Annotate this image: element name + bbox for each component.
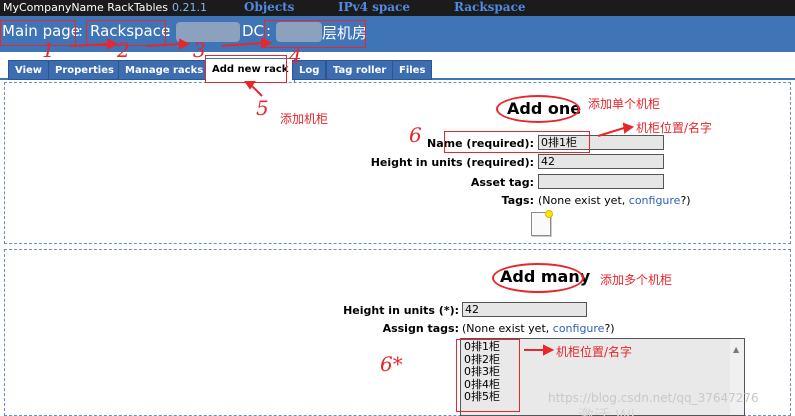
arrow-line xyxy=(69,43,109,47)
arrow-head xyxy=(179,38,191,50)
arrow-head xyxy=(543,344,555,356)
arrow-head xyxy=(261,37,273,49)
arrow-head xyxy=(622,122,635,134)
annotation-arrows xyxy=(69,37,635,356)
arrow-line xyxy=(145,43,181,47)
arrow-line xyxy=(221,42,263,47)
arrow-head xyxy=(107,38,119,50)
arrow-line xyxy=(597,127,625,137)
racktables-window: MyCompanyName RackTables 0.21.1 Objects I… xyxy=(0,0,795,416)
